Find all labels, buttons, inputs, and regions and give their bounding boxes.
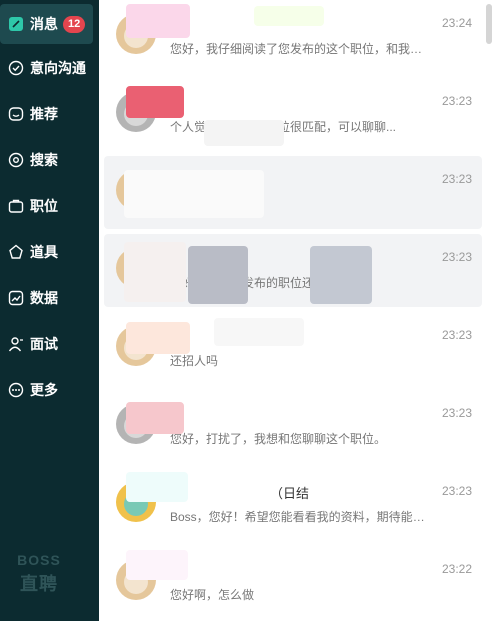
message-time: 23:23 bbox=[441, 328, 472, 342]
message-time: 23:24 bbox=[441, 16, 472, 30]
nav-item-more[interactable]: 更多 bbox=[0, 370, 99, 410]
conversation-item[interactable]: 个人觉得我与这一岗位很匹配，可以聊聊... 23:23 bbox=[104, 78, 482, 151]
message-time: 23:23 bbox=[441, 406, 472, 420]
briefcase-icon bbox=[8, 198, 24, 214]
conversation-item[interactable]: 您好，打扰了，我想和您聊聊这个职位。 23:23 bbox=[104, 390, 482, 463]
message-time: 23:23 bbox=[441, 250, 472, 264]
star-icon bbox=[8, 244, 24, 260]
sidebar: 消息 12 意向沟通 推荐 搜索 职位 道具 数据 面试 更多 BOSS 直聘 bbox=[0, 0, 99, 621]
privacy-blur bbox=[126, 4, 190, 38]
conversation-item[interactable]: 23:23 bbox=[104, 156, 482, 229]
conversation-item[interactable]: 您好，我对您发布的职位还... 23:23 bbox=[104, 234, 482, 307]
smile-face-icon bbox=[8, 106, 24, 122]
message-time: 23:22 bbox=[441, 562, 472, 576]
conversation-item[interactable]: 您好，我仔细阅读了您发布的这个职位，和我自... 23:24 bbox=[104, 0, 482, 73]
scrollbar[interactable] bbox=[484, 0, 498, 621]
privacy-blur bbox=[126, 472, 188, 502]
message-preview: 您好啊，怎么做 bbox=[170, 588, 255, 602]
message-time: 23:23 bbox=[441, 172, 472, 186]
contact-name: （日结 bbox=[270, 486, 310, 501]
nav-item-data[interactable]: 数据 bbox=[0, 278, 99, 318]
message-time: 23:23 bbox=[441, 94, 472, 108]
privacy-blur bbox=[124, 242, 186, 302]
privacy-blur bbox=[126, 322, 190, 354]
nav-item-interview[interactable]: 面试 bbox=[0, 324, 99, 364]
privacy-blur bbox=[126, 550, 188, 580]
nav-label: 职位 bbox=[30, 198, 58, 214]
nav-label: 面试 bbox=[30, 336, 58, 352]
privacy-blur bbox=[204, 120, 284, 146]
more-dots-icon bbox=[8, 382, 24, 398]
nav-item-recommend[interactable]: 推荐 bbox=[0, 94, 99, 134]
message-preview: 还招人吗 bbox=[170, 354, 219, 368]
nav-label: 意向沟通 bbox=[30, 60, 86, 76]
privacy-blur bbox=[126, 402, 184, 434]
check-circle-icon bbox=[8, 60, 24, 76]
nav-label: 更多 bbox=[30, 382, 58, 398]
nav-item-intent[interactable]: 意向沟通 bbox=[0, 48, 99, 88]
conversation-list: 您好，我仔细阅读了您发布的这个职位，和我自... 23:24 个人觉得我与这一岗… bbox=[99, 0, 484, 621]
privacy-blur bbox=[254, 6, 324, 26]
unread-badge: 12 bbox=[63, 15, 86, 33]
privacy-blur bbox=[214, 318, 304, 346]
nav-label: 道具 bbox=[30, 244, 58, 260]
privacy-blur bbox=[310, 246, 372, 304]
nav-label: 消息 bbox=[30, 16, 58, 32]
nav-item-jobs[interactable]: 职位 bbox=[0, 186, 99, 226]
message-preview: 您好，打扰了，我想和您聊聊这个职位。 bbox=[170, 432, 387, 446]
search-icon bbox=[8, 152, 24, 168]
privacy-blur bbox=[124, 170, 264, 218]
user-icon bbox=[8, 336, 24, 352]
privacy-blur bbox=[188, 246, 248, 304]
message-time: 23:23 bbox=[441, 484, 472, 498]
brand-logo-top: BOSS bbox=[17, 552, 61, 568]
conversation-item[interactable]: 您好啊，怎么做 23:22 bbox=[104, 546, 482, 619]
chart-icon bbox=[8, 290, 24, 306]
nav-item-search[interactable]: 搜索 bbox=[0, 140, 99, 180]
message-preview: 您好，我仔细阅读了您发布的这个职位，和我自... bbox=[170, 42, 425, 56]
nav-item-tools[interactable]: 道具 bbox=[0, 232, 99, 272]
nav-label: 数据 bbox=[30, 290, 58, 306]
conversation-item[interactable]: 还招人吗 23:23 bbox=[104, 312, 482, 385]
chat-icon bbox=[8, 16, 24, 32]
nav-label: 搜索 bbox=[30, 152, 58, 168]
privacy-blur bbox=[126, 86, 184, 118]
nav-item-messages[interactable]: 消息 12 bbox=[0, 4, 93, 44]
conversation-item[interactable]: （日结 Boss，您好！希望您能看看我的资料，期待能有... 23:23 bbox=[104, 468, 482, 541]
message-preview: Boss，您好！希望您能看看我的资料，期待能有... bbox=[170, 510, 425, 524]
scrollbar-thumb[interactable] bbox=[486, 4, 492, 44]
brand-logo-bottom: 直聘 bbox=[20, 574, 58, 594]
nav-label: 推荐 bbox=[30, 106, 58, 122]
